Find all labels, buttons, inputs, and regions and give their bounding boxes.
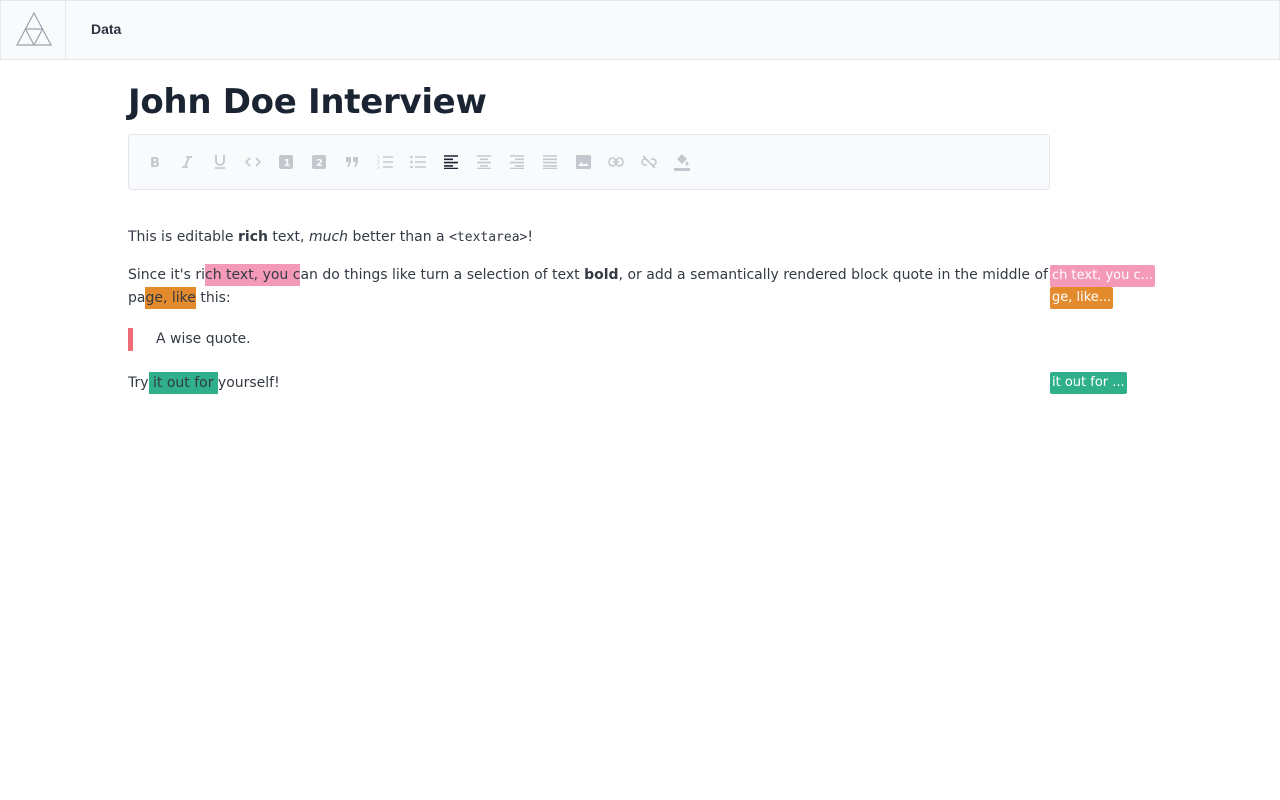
align-justify-button[interactable] (540, 152, 560, 172)
bold-button[interactable]: B (144, 152, 164, 172)
link-button[interactable] (606, 152, 626, 172)
code-text: <textarea> (449, 230, 528, 245)
text-span: pa (128, 290, 146, 306)
italic-text: much (308, 229, 349, 245)
text-span: Since it's ri (128, 267, 206, 283)
bold-text: rich (238, 229, 268, 245)
align-left-icon (444, 155, 458, 169)
align-justify-icon (543, 155, 557, 169)
italic-icon (182, 156, 192, 168)
paragraph: Try it out for yourself! (128, 372, 280, 395)
page-title: John Doe Interview (128, 82, 487, 122)
text-span: , or add a semantically rendered block q… (618, 267, 1076, 283)
text-span: Try (128, 375, 149, 391)
svg-text:3: 3 (377, 165, 380, 169)
bulleted-list-icon (410, 155, 426, 169)
nav-item-data[interactable]: Data (91, 21, 121, 37)
unlink-button[interactable] (639, 152, 659, 172)
comment-highlight[interactable]: it out for (148, 372, 218, 394)
text-span: this: (195, 290, 231, 306)
numbered-list-icon: 123 (377, 155, 393, 169)
comment-highlight[interactable]: ge, like (145, 287, 196, 309)
heading-two-button[interactable]: 2 (309, 152, 329, 172)
heading-two-icon: 2 (312, 155, 326, 169)
text-span: ! (527, 229, 533, 245)
triangle-logo-icon (16, 11, 52, 47)
align-center-button[interactable] (474, 152, 494, 172)
comment-marker[interactable]: ch text, you c... (1050, 265, 1156, 287)
underline-button[interactable] (210, 152, 230, 172)
align-right-icon (510, 155, 524, 169)
image-icon (575, 155, 591, 169)
paragraph: Since it's rich text, you can do things … (128, 264, 1075, 287)
heading-one-icon: 1 (279, 155, 293, 169)
block-quote: A wise quote. (128, 328, 251, 351)
top-bar: Data (0, 0, 1280, 60)
image-button[interactable] (573, 152, 593, 172)
editor-toolbar: B 1 2 123 (128, 134, 1050, 190)
text-span: This is editable (128, 229, 238, 245)
text-span: yourself! (217, 375, 280, 391)
comment-highlight[interactable]: ch text, you c (205, 264, 301, 286)
highlight-button[interactable] (672, 152, 692, 172)
svg-text:1: 1 (284, 158, 291, 169)
align-left-button[interactable] (441, 152, 461, 172)
paragraph: This is editable rich text, much better … (128, 226, 533, 249)
text-span: an do things like turn a selection of te… (300, 267, 585, 283)
unlink-icon (641, 155, 657, 169)
code-button[interactable] (243, 152, 263, 172)
block-quote-icon (346, 157, 358, 167)
underline-icon (215, 155, 225, 169)
logo[interactable] (1, 1, 66, 60)
italic-button[interactable] (177, 152, 197, 172)
block-quote-button[interactable] (342, 152, 362, 172)
text-span: text, (267, 229, 309, 245)
comment-marker[interactable]: ge, like... (1050, 287, 1114, 309)
svg-text:B: B (150, 156, 160, 169)
bold-text: bold (584, 267, 619, 283)
svg-text:2: 2 (316, 158, 323, 169)
paragraph-continuation: page, like this: (128, 287, 231, 310)
align-center-icon (477, 155, 491, 169)
comment-marker[interactable]: it out for ... (1050, 372, 1127, 394)
bulleted-list-button[interactable] (408, 152, 428, 172)
link-icon (608, 157, 624, 167)
bold-icon: B (150, 156, 160, 169)
align-right-button[interactable] (507, 152, 527, 172)
highlight-icon (674, 154, 690, 171)
text-span: better than a (348, 229, 450, 245)
heading-one-button[interactable]: 1 (276, 152, 296, 172)
code-icon (245, 157, 261, 167)
numbered-list-button[interactable]: 123 (375, 152, 395, 172)
